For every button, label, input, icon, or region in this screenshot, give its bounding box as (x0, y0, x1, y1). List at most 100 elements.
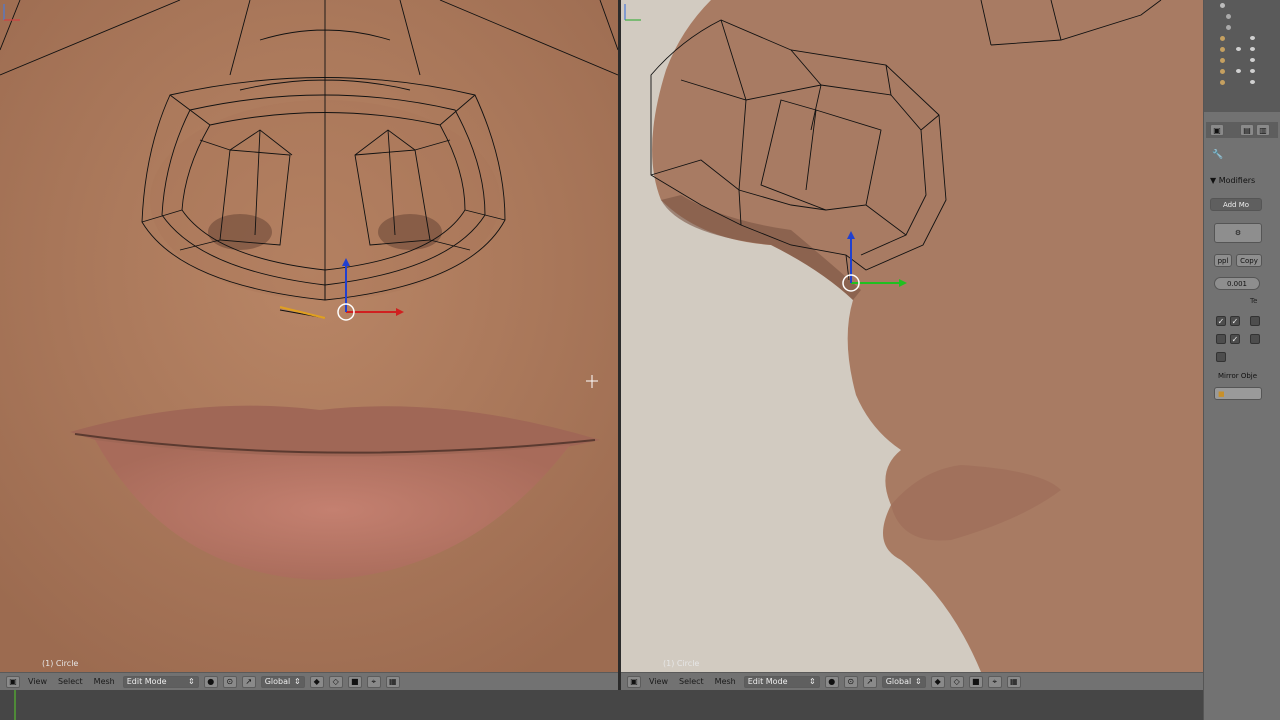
add-modifier-label: Add Mo (1222, 200, 1250, 209)
edge-select-icon[interactable]: ◇ (328, 675, 343, 688)
mode-select[interactable]: Edit Mode ⇕ (122, 675, 199, 688)
textures-checkbox[interactable] (1216, 352, 1226, 362)
mirror-object-field[interactable]: ■ (1214, 387, 1262, 400)
orientation-label: Global (885, 677, 912, 686)
timeline[interactable] (0, 690, 1203, 720)
outliner-row[interactable] (1204, 66, 1280, 77)
object-data-icon[interactable]: ▥ (1256, 124, 1270, 136)
mode-select[interactable]: Edit Mode ⇕ (743, 675, 820, 688)
editor-type-icon[interactable]: ▣ (1210, 124, 1224, 136)
orientation-label: Global (264, 677, 291, 686)
object-label: (1) Circle (42, 659, 79, 668)
mode-label: Edit Mode (126, 677, 167, 686)
outliner-row[interactable] (1204, 55, 1280, 66)
clipping-label: Te (1250, 297, 1258, 305)
object-icon (1220, 36, 1225, 41)
y-axis-checkbox[interactable]: ✓ (1230, 316, 1240, 326)
face-select-icon[interactable]: ■ (968, 675, 983, 688)
object-label: (1) Circle (663, 659, 700, 668)
eye-icon[interactable] (1250, 47, 1255, 51)
properties-sidebar: ▣ ▤ ▥ 🔧 ▼ Modifiers Add Mo ⚙ ppl Copy 0.… (1203, 0, 1280, 720)
x-axis-checkbox[interactable]: ✓ (1216, 316, 1226, 326)
editor-type-icon[interactable]: ▣ (6, 675, 20, 688)
vertex-select-icon[interactable]: ◆ (309, 675, 324, 688)
menu-view[interactable]: View (646, 677, 671, 686)
outliner-row[interactable] (1204, 0, 1280, 11)
vertex-select-icon[interactable]: ◆ (930, 675, 945, 688)
mode-label: Edit Mode (747, 677, 788, 686)
eye-icon[interactable] (1250, 58, 1255, 62)
copy-label: Copy (1240, 256, 1258, 265)
vertex-groups-checkbox[interactable] (1250, 334, 1260, 344)
world-icon (1226, 25, 1231, 30)
object-icon (1220, 80, 1225, 85)
face-select-icon[interactable]: ■ (347, 675, 362, 688)
manipulator-icon[interactable]: ↗ (862, 675, 877, 688)
snap-icon[interactable]: ⌖ (987, 675, 1002, 688)
modifier-icon-button[interactable]: ⚙ (1214, 223, 1262, 243)
z-axis-checkbox[interactable] (1250, 316, 1260, 326)
object-icon: ■ (1218, 389, 1225, 398)
menu-select[interactable]: Select (55, 677, 86, 686)
wrench-icon[interactable]: 🔧 (1212, 150, 1223, 160)
copy-button[interactable]: Copy (1236, 254, 1262, 267)
front-view-canvas (0, 0, 618, 672)
dropdown-arrow-icon: ⇕ (188, 677, 195, 686)
dropdown-arrow-icon: ⇕ (294, 677, 301, 686)
timeline-playhead[interactable] (14, 690, 16, 720)
shading-icon[interactable]: ● (203, 675, 218, 688)
viewport-header-right: ▣ View Select Mesh Edit Mode ⇕ ● ⊙ ↗ Glob… (621, 672, 1203, 690)
dropdown-arrow-icon: ⇕ (809, 677, 816, 686)
menu-select[interactable]: Select (676, 677, 707, 686)
merge-limit-field[interactable]: 0.001 (1214, 277, 1260, 290)
apply-label: ppl (1217, 256, 1229, 265)
eye-icon[interactable] (1236, 47, 1241, 51)
eye-icon[interactable] (1250, 69, 1255, 73)
outliner-row[interactable] (1204, 44, 1280, 55)
orientation-select[interactable]: Global ⇕ (881, 675, 926, 688)
context-icon[interactable]: ▤ (1240, 124, 1254, 136)
editor-type-icon[interactable]: ▣ (627, 675, 641, 688)
viewport-front[interactable]: (1) Circle (0, 0, 618, 672)
object-icon (1220, 58, 1225, 63)
modifiers-title-text: Modifiers (1218, 176, 1256, 185)
snap-icon[interactable]: ⌖ (366, 675, 381, 688)
object-icon (1220, 69, 1225, 74)
layer-icon (1226, 14, 1231, 19)
axis-indicator-icon (3, 4, 20, 21)
pivot-icon[interactable]: ⊙ (843, 675, 858, 688)
outliner-row[interactable] (1204, 77, 1280, 88)
render-icon[interactable]: ▦ (1006, 675, 1021, 688)
outliner-row[interactable] (1204, 33, 1280, 44)
pivot-icon[interactable]: ⊙ (222, 675, 237, 688)
scene-icon (1220, 3, 1225, 8)
viewport-side[interactable]: (1) Circle (621, 0, 1203, 672)
orientation-select[interactable]: Global ⇕ (260, 675, 305, 688)
render-icon[interactable]: ▦ (385, 675, 400, 688)
outliner-row[interactable] (1204, 22, 1280, 33)
side-view-canvas (621, 0, 1203, 672)
merge-checkbox[interactable] (1216, 334, 1226, 344)
apply-button[interactable]: ppl (1214, 254, 1232, 267)
eye-icon[interactable] (1250, 80, 1255, 84)
eye-icon[interactable] (1250, 36, 1255, 40)
viewport-header-left: ▣ View Select Mesh Edit Mode ⇕ ● ⊙ ↗ Glob… (0, 672, 618, 690)
shading-icon[interactable]: ● (824, 675, 839, 688)
merge-limit-value: 0.001 (1226, 279, 1248, 288)
clipping-checkbox[interactable]: ✓ (1230, 334, 1240, 344)
dropdown-arrow-icon: ⇕ (915, 677, 922, 686)
object-icon (1220, 47, 1225, 52)
menu-view[interactable]: View (25, 677, 50, 686)
modifiers-section-title[interactable]: ▼ Modifiers (1210, 176, 1255, 185)
edge-select-icon[interactable]: ◇ (949, 675, 964, 688)
mirror-object-label: Mirror Obje (1218, 372, 1258, 380)
outliner-row[interactable] (1204, 11, 1280, 22)
menu-mesh[interactable]: Mesh (712, 677, 739, 686)
add-modifier-button[interactable]: Add Mo (1210, 198, 1262, 211)
outliner[interactable] (1204, 0, 1280, 112)
properties-header: ▣ ▤ ▥ (1206, 122, 1278, 138)
axis-indicator-side-icon (624, 4, 641, 21)
menu-mesh[interactable]: Mesh (91, 677, 118, 686)
eye-icon[interactable] (1236, 69, 1241, 73)
manipulator-icon[interactable]: ↗ (241, 675, 256, 688)
